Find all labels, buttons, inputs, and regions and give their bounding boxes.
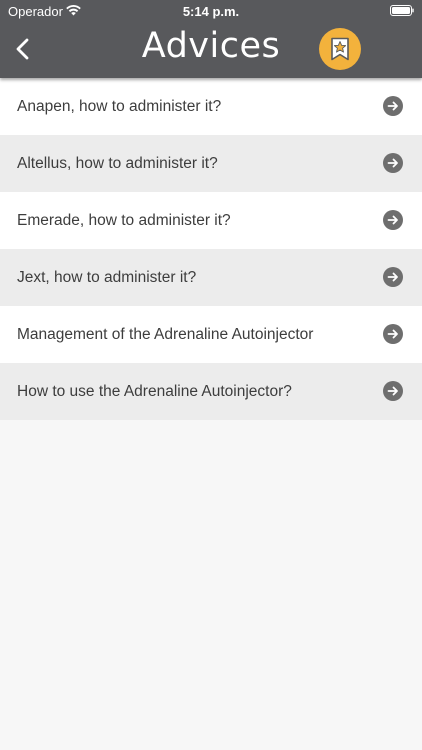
battery-icon <box>390 5 414 16</box>
arrow-right-circle-icon <box>383 324 403 344</box>
arrow-right-circle-icon <box>383 96 403 116</box>
list-item[interactable]: How to use the Adrenaline Autoinjector? <box>0 363 422 420</box>
list-item[interactable]: Altellus, how to administer it? <box>0 135 422 192</box>
list-item-label: Management of the Adrenaline Autoinjecto… <box>17 326 314 343</box>
arrow-right-circle-icon <box>383 267 403 287</box>
list-item-label: Emerade, how to administer it? <box>17 212 231 229</box>
bookmark-star-icon <box>331 37 349 61</box>
status-bar: Operador 5:14 p.m. <box>0 0 422 22</box>
list-item[interactable]: Anapen, how to administer it? <box>0 78 422 135</box>
arrow-right-circle-icon <box>383 153 403 173</box>
arrow-right-circle-icon <box>383 381 403 401</box>
navigation-bar: Advices <box>0 22 422 78</box>
list-item-label: Anapen, how to administer it? <box>17 98 222 115</box>
chevron-left-icon <box>16 38 29 60</box>
back-button[interactable] <box>6 32 40 66</box>
advices-screen: Operador 5:14 p.m. Advices Anapen, how t… <box>0 0 422 750</box>
status-time: 5:14 p.m. <box>182 4 240 19</box>
list-item[interactable]: Management of the Adrenaline Autoinjecto… <box>0 306 422 363</box>
list-item[interactable]: Emerade, how to administer it? <box>0 192 422 249</box>
arrow-right-circle-icon <box>383 210 403 230</box>
top-bar: Operador 5:14 p.m. Advices <box>0 0 422 78</box>
advices-list: Anapen, how to administer it? Altellus, … <box>0 78 422 420</box>
favorites-button[interactable] <box>319 28 361 70</box>
list-item-label: How to use the Adrenaline Autoinjector? <box>17 383 292 400</box>
list-item[interactable]: Jext, how to administer it? <box>0 249 422 306</box>
list-item-label: Altellus, how to administer it? <box>17 155 218 172</box>
list-item-label: Jext, how to administer it? <box>17 269 197 286</box>
